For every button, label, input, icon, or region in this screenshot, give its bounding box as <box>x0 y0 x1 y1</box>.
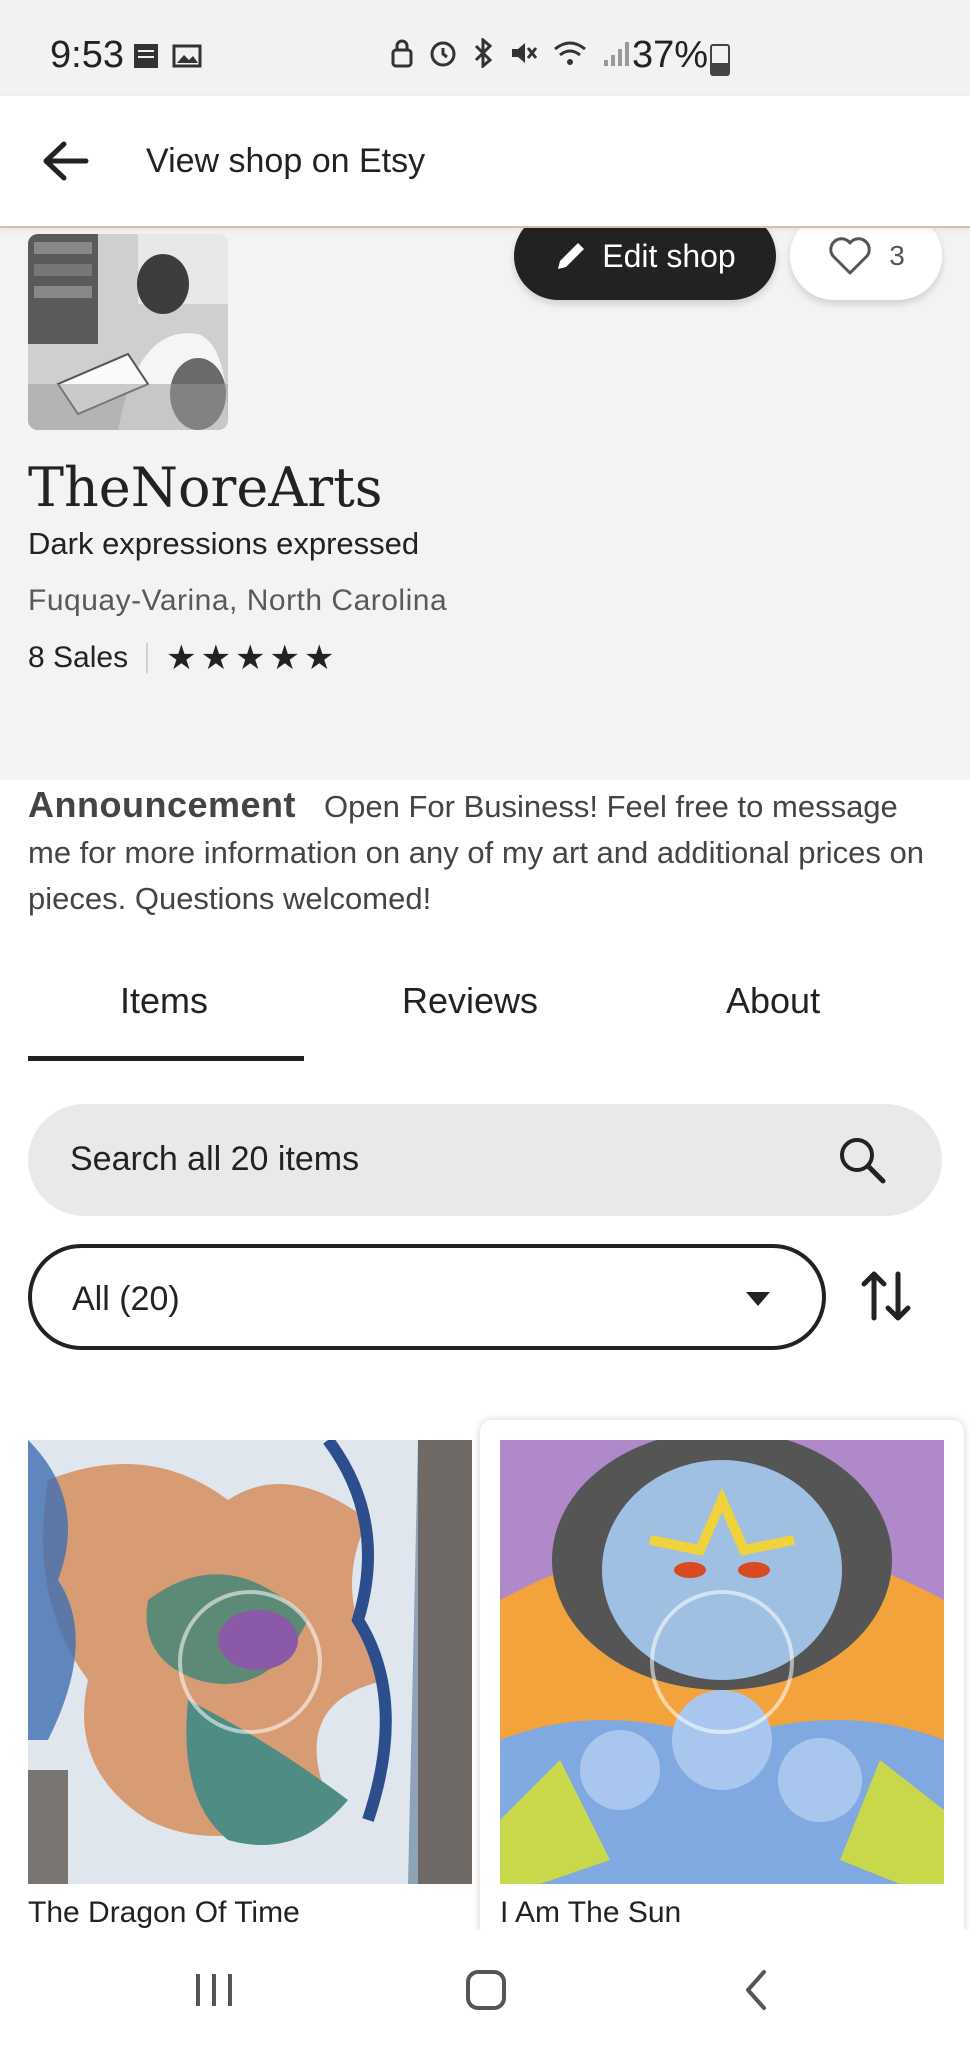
shop-tabs: Items Reviews About <box>28 980 942 1061</box>
section-filter-dropdown[interactable]: All (20) <box>28 1244 826 1350</box>
status-bar: 9:53 37% <box>0 0 970 96</box>
image-icon <box>172 44 202 68</box>
battery-icon <box>710 44 730 76</box>
alarm-icon <box>430 41 456 67</box>
filter-selected-value: All (20) <box>72 1280 180 1318</box>
rating-stars: ★ ★ ★ ★ ★ <box>166 638 334 678</box>
announcement-label: Announcement <box>28 784 297 825</box>
home-icon[interactable] <box>456 1968 516 2012</box>
edit-shop-label: Edit shop <box>602 237 736 274</box>
shop-name: TheNoreArts <box>28 456 383 519</box>
bluetooth-icon <box>474 38 493 68</box>
tab-about[interactable]: About <box>726 980 820 1022</box>
tab-items[interactable]: Items <box>120 980 208 1022</box>
shop-header: Edit shop 3 TheNoreArts Dark expressions… <box>0 212 970 780</box>
active-tab-indicator <box>28 1056 304 1061</box>
sort-icon[interactable] <box>858 1266 914 1326</box>
recent-apps-icon[interactable] <box>184 1968 244 2012</box>
star-icon: ★ <box>269 639 301 677</box>
caret-down-icon <box>746 1292 770 1306</box>
arrow-left-icon[interactable] <box>40 138 90 184</box>
listing-image[interactable] <box>500 1440 944 1884</box>
star-icon: ★ <box>166 639 197 677</box>
page-title: View shop on Etsy <box>146 142 426 180</box>
battery-percent: 37% <box>632 34 709 76</box>
listing-title[interactable]: The Dragon Of Time <box>28 1896 300 1930</box>
sim-icon <box>134 44 158 68</box>
shop-tagline: Dark expressions expressed <box>28 526 420 561</box>
search-icon[interactable] <box>836 1134 888 1186</box>
tab-reviews[interactable]: Reviews <box>402 980 538 1022</box>
system-icons <box>390 38 632 68</box>
shop-content: Announcement Open For Business! Feel free… <box>0 780 970 1940</box>
back-nav-icon[interactable] <box>726 1968 786 2012</box>
listing-image[interactable] <box>28 1440 472 1884</box>
system-nav-bar <box>0 1930 970 2048</box>
lock-icon <box>391 39 413 68</box>
shop-location: Fuquay-Varina, North Carolina <box>28 584 448 617</box>
shop-avatar <box>28 234 228 430</box>
mute-icon <box>512 43 538 63</box>
divider <box>146 643 149 673</box>
top-app-bar: View shop on Etsy <box>0 96 970 228</box>
wifi-icon <box>554 41 586 65</box>
listing-card[interactable]: I Am The Sun <box>480 1420 964 1940</box>
signal-icon <box>604 42 629 66</box>
announcement: Announcement Open For Business! Feel free… <box>28 782 948 922</box>
search-placeholder: Search all 20 items <box>70 1140 360 1178</box>
listing-title[interactable]: I Am The Sun <box>500 1896 681 1930</box>
sales-count: 8 Sales <box>28 641 129 674</box>
star-icon: ★ <box>304 639 335 677</box>
star-icon: ★ <box>235 639 266 677</box>
search-input[interactable]: Search all 20 items <box>28 1104 942 1216</box>
pencil-icon <box>558 243 585 269</box>
heart-icon <box>829 237 871 275</box>
star-icon: ★ <box>200 639 232 677</box>
sales-rating-row: 8 Sales ★ ★ ★ ★ ★ <box>28 638 335 678</box>
status-time: 9:53 <box>50 34 124 76</box>
notification-icons <box>132 42 202 70</box>
favorites-count: 3 <box>889 240 905 271</box>
